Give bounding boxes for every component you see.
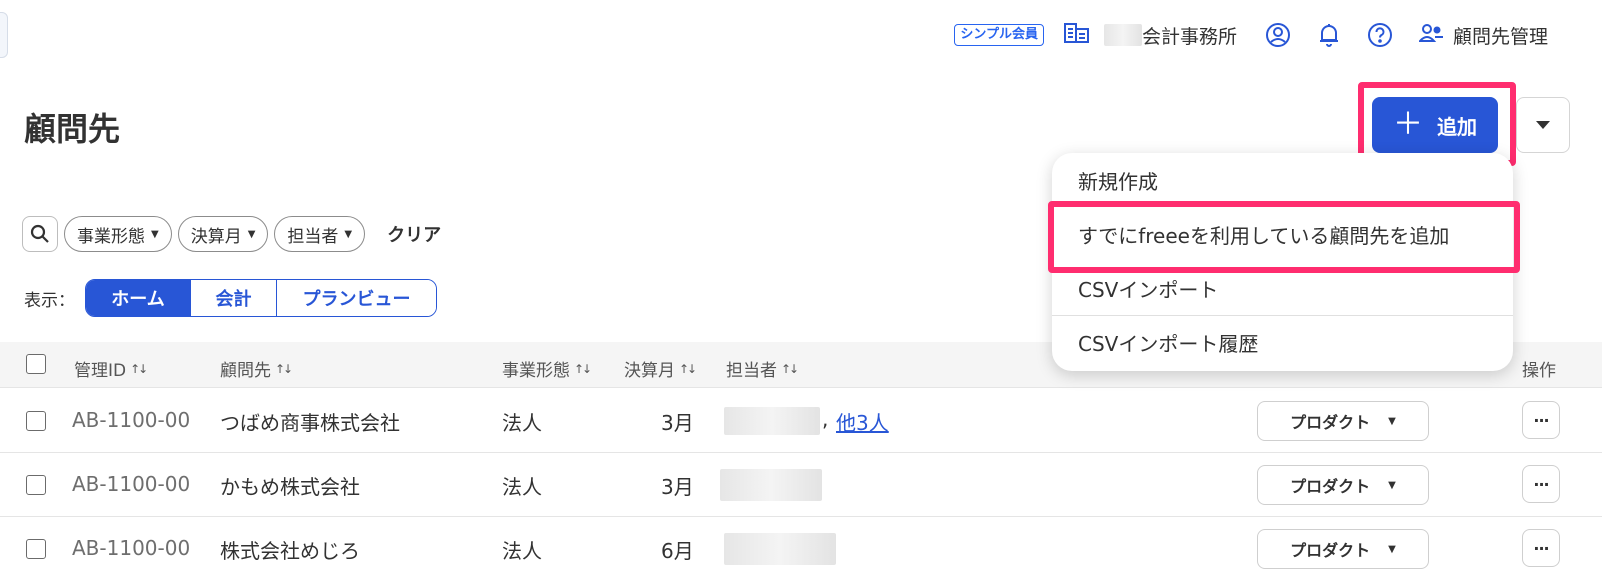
column-label: 事業形態 <box>502 361 570 381</box>
ellipsis-icon: ··· <box>1533 474 1549 494</box>
clear-filters-button[interactable]: クリア <box>387 221 441 247</box>
plan-badge: シンプル会員 <box>954 24 1044 46</box>
view-segmented-control: ホーム 会計 プランビュー <box>85 279 437 317</box>
search-button[interactable] <box>22 216 58 252</box>
ellipsis-icon: ··· <box>1533 538 1549 558</box>
filter-closing-month[interactable]: 決算月 ▼ <box>177 216 269 252</box>
staff-name-redacted <box>724 533 836 565</box>
ellipsis-icon: ··· <box>1533 410 1549 430</box>
sort-icon: ↑↓ <box>781 361 799 376</box>
more-actions-button[interactable]: ··· <box>1522 465 1560 503</box>
row-client-name[interactable]: つばめ商事株式会社 <box>220 407 400 436</box>
product-label: プロダクト <box>1290 477 1371 496</box>
chip-label: 事業形態 <box>77 226 145 247</box>
select-all-checkbox[interactable] <box>26 354 46 374</box>
staff-separator: , <box>822 407 829 431</box>
more-actions-button[interactable]: ··· <box>1522 401 1560 439</box>
row-checkbox[interactable] <box>26 539 46 559</box>
row-id: AB-1100-00 <box>72 472 191 496</box>
more-actions-button[interactable]: ··· <box>1522 529 1560 567</box>
table-row: AB-1100-00 つばめ商事株式会社 法人 3月 , 他3人 プロダクト ▼ … <box>0 389 1602 453</box>
add-button[interactable]: ＋ 追加 <box>1372 97 1498 153</box>
sort-icon: ↑↓ <box>574 361 592 376</box>
caret-down-icon <box>1536 121 1550 129</box>
caret-down-icon: ▼ <box>247 228 256 240</box>
row-closing-month: 6月 <box>661 539 694 563</box>
chip-label: 決算月 <box>190 226 242 247</box>
view-option-home[interactable]: ホーム <box>86 280 190 316</box>
account-icon[interactable] <box>1265 22 1291 48</box>
view-option-plan[interactable]: プランビュー <box>276 280 436 316</box>
add-button-label: 追加 <box>1437 114 1477 139</box>
filter-bar: 事業形態 ▼ 決算月 ▼ 担当者 ▼ クリア <box>22 216 441 252</box>
column-label: 決算月 <box>624 361 675 381</box>
column-header-client[interactable]: 顧問先 ↑↓ <box>220 356 293 381</box>
product-dropdown[interactable]: プロダクト ▼ <box>1257 465 1429 505</box>
building-icon <box>1063 22 1090 49</box>
row-business-type: 法人 <box>502 475 542 499</box>
top-header: シンプル会員 会計事務所 顧問先管理 <box>954 0 1602 70</box>
staff-more-link[interactable]: 他3人 <box>836 407 889 436</box>
page-title: 顧問先 <box>24 110 121 148</box>
menu-item-new[interactable]: 新規作成 <box>1052 153 1513 207</box>
search-icon <box>30 224 49 243</box>
users-icon <box>1417 22 1445 49</box>
office-switcher[interactable]: 会計事務所 <box>1063 22 1237 49</box>
row-id: AB-1100-00 <box>72 536 191 560</box>
caret-down-icon: ▼ <box>344 228 353 240</box>
row-business-type: 法人 <box>502 539 542 563</box>
column-header-operations: 操作 <box>1522 356 1556 381</box>
sort-icon: ↑↓ <box>275 361 293 376</box>
caret-down-icon: ▼ <box>151 228 159 240</box>
column-label: 顧問先 <box>220 361 271 381</box>
bell-icon[interactable] <box>1317 22 1341 48</box>
table-row: AB-1100-00 株式会社めじろ 法人 6月 プロダクト ▼ ··· <box>0 517 1602 578</box>
product-dropdown[interactable]: プロダクト ▼ <box>1257 529 1429 569</box>
column-label: 管理ID <box>74 361 127 381</box>
product-label: プロダクト <box>1290 413 1371 432</box>
row-checkbox[interactable] <box>26 411 46 431</box>
filter-business-type[interactable]: 事業形態 ▼ <box>64 216 172 252</box>
caret-down-icon: ▼ <box>1388 415 1396 427</box>
row-client-name[interactable]: 株式会社めじろ <box>220 535 360 564</box>
caret-down-icon: ▼ <box>1388 543 1396 555</box>
view-label: 表示： <box>24 290 75 311</box>
menu-item-highlight <box>1048 201 1520 273</box>
view-switcher: 表示： ホーム 会計 プランビュー <box>24 279 437 317</box>
row-id: AB-1100-00 <box>72 408 191 432</box>
sort-icon: ↑↓ <box>130 361 148 376</box>
add-dropdown-toggle[interactable] <box>1516 97 1570 153</box>
sort-icon: ↑↓ <box>679 361 697 376</box>
filter-staff[interactable]: 担当者 ▼ <box>274 216 366 252</box>
table-row: AB-1100-00 かもめ株式会社 法人 3月 プロダクト ▼ ··· <box>0 453 1602 517</box>
view-option-accounting[interactable]: 会計 <box>190 280 276 316</box>
side-panel-tab[interactable] <box>0 12 8 58</box>
column-header-business-type[interactable]: 事業形態 ↑↓ <box>502 356 592 381</box>
row-business-type: 法人 <box>502 411 542 435</box>
client-management-link[interactable]: 顧問先管理 <box>1417 22 1548 49</box>
plus-icon: ＋ <box>1393 107 1423 142</box>
row-closing-month: 3月 <box>661 411 694 435</box>
client-management-label: 顧問先管理 <box>1452 25 1548 48</box>
column-header-staff[interactable]: 担当者 ↑↓ <box>726 356 799 381</box>
row-checkbox[interactable] <box>26 475 46 495</box>
staff-name-redacted <box>724 407 820 435</box>
column-header-id[interactable]: 管理ID ↑↓ <box>74 356 148 381</box>
row-client-name[interactable]: かもめ株式会社 <box>220 471 360 500</box>
row-closing-month: 3月 <box>661 475 694 499</box>
column-label: 担当者 <box>726 361 777 381</box>
staff-name-redacted <box>720 469 822 501</box>
chip-label: 担当者 <box>287 226 339 247</box>
help-icon[interactable] <box>1367 22 1393 48</box>
office-name: 会計事務所 <box>1141 25 1237 48</box>
office-name-redacted <box>1103 24 1142 46</box>
column-header-closing-month[interactable]: 決算月 ↑↓ <box>624 356 697 381</box>
caret-down-icon: ▼ <box>1388 479 1396 491</box>
product-label: プロダクト <box>1290 541 1371 560</box>
menu-item-csv-history[interactable]: CSVインポート履歴 <box>1052 315 1513 369</box>
product-dropdown[interactable]: プロダクト ▼ <box>1257 401 1429 441</box>
column-label: 操作 <box>1522 361 1556 381</box>
